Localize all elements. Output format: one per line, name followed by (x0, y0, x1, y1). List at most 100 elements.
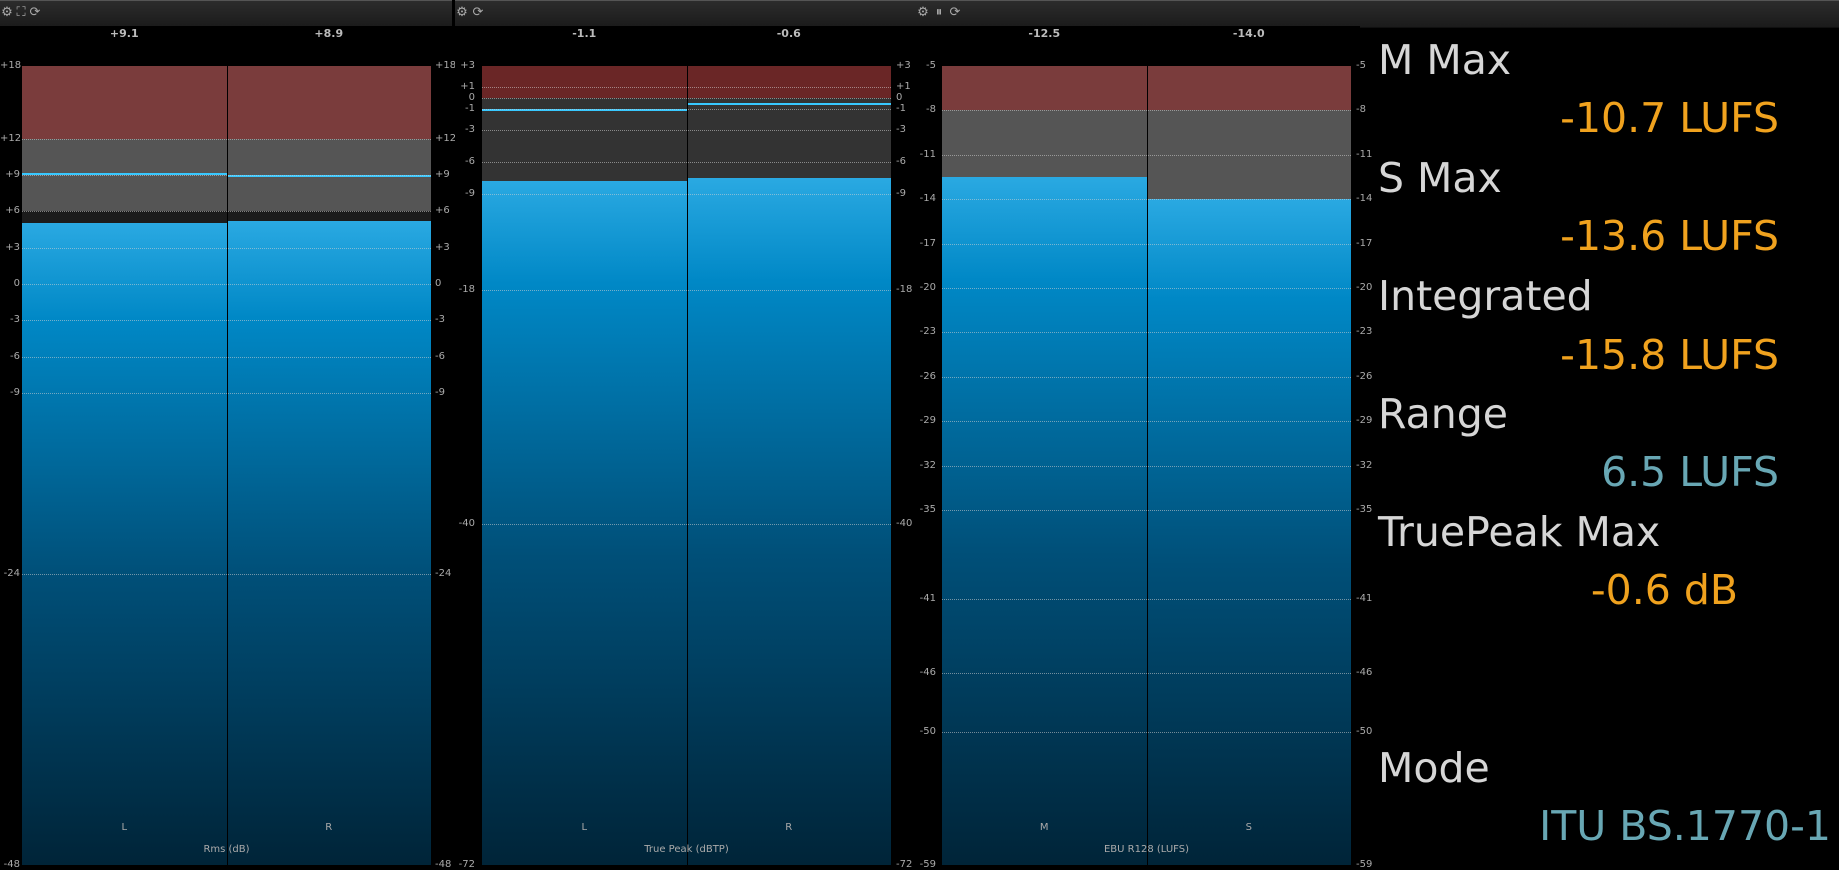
meter-caption: EBU R128 (LUFS) (1103, 844, 1189, 855)
scale-tick-right: -24 (435, 568, 452, 580)
scale-tick-left: -23 (919, 326, 936, 338)
scale-tick-right: +18 (435, 60, 457, 71)
level-bar-m (942, 176, 1147, 865)
scale-tick-left: -5 (926, 60, 936, 71)
scale-tick-left: -26 (919, 370, 936, 382)
scale-tick-right: 0 (435, 277, 442, 289)
level-bar-r (686, 177, 891, 865)
fullscreen-icon[interactable]: ⛶ (14, 6, 28, 20)
m-max-value: -10.7 LUFS (1560, 94, 1779, 142)
meter-truepeak: -1.1 L -0.6 R +3 +3 +1 +1 0 0 -1 -1 -3 -3 -6 -6 -9 -9 -18-… (455, 26, 916, 870)
scale-tick-left: -11 (919, 148, 936, 160)
integrated-label: Integrated (1378, 272, 1593, 320)
peak-value-m: -12.5 (1028, 27, 1061, 40)
meter-caption: Rms (dB) (203, 844, 250, 855)
scale-tick-right: +9 (435, 168, 450, 180)
meter-column-r (226, 66, 431, 865)
range-value: 6.5 LUFS (1601, 448, 1779, 496)
over-zone (226, 66, 431, 139)
scale-tick-left: -32 (919, 459, 936, 471)
scale-tick-left: -72 (458, 859, 475, 870)
scale-tick-left: -9 (465, 187, 475, 199)
gear-icon[interactable]: ⚙ (455, 6, 469, 20)
level-bar-l (482, 181, 687, 865)
scale-tick-left: +12 (0, 132, 22, 144)
scale-tick-left: -41 (919, 592, 936, 604)
range-label: Range (1378, 390, 1508, 438)
refresh-icon[interactable]: ⟳ (28, 6, 42, 20)
scale-tick-left: +3 (5, 241, 20, 253)
meter-rms: +9.1 L +8.9 R +18 +18 +12 +12 +9 +9 +6 +6 +3 +3 0 0 -3 -3… (0, 26, 457, 870)
over-zone (482, 66, 687, 98)
over-zone (22, 66, 227, 139)
level-bar-r (226, 220, 431, 865)
scale-tick-left: 0 (468, 91, 475, 103)
integrated-value: -15.8 LUFS (1560, 331, 1779, 379)
scale-tick-left: -3 (465, 123, 475, 135)
gear-icon[interactable]: ⚙ (0, 6, 14, 20)
channel-divider (226, 66, 228, 865)
scale-tick-left: -6 (10, 350, 20, 362)
scale-tick-right: -9 (896, 187, 906, 199)
scale-tick-left: +3 (460, 60, 475, 71)
peak-value-r: +8.9 (314, 27, 344, 40)
meter-area (22, 66, 431, 865)
peak-value-r: -0.6 (776, 27, 801, 40)
scale-tick-right: +12 (435, 132, 457, 144)
scale-tick-left: +18 (0, 60, 22, 71)
scale-tick-right: 0 (896, 91, 903, 103)
scale-tick-left: +6 (5, 205, 20, 217)
scale-tick-left: -6 (465, 155, 475, 167)
channel-label-l: L (121, 822, 128, 833)
channel-divider (1146, 66, 1148, 865)
refresh-icon[interactable]: ⟳ (471, 6, 485, 20)
scale-tick-right: +6 (435, 205, 450, 217)
truepeak-max-value: -0.6 dB (1590, 566, 1738, 614)
scale-tick-right: -9 (435, 386, 445, 398)
scale-tick-left: -20 (919, 281, 936, 293)
peak-hold-line (686, 103, 891, 106)
channel-label-s: S (1245, 822, 1252, 833)
scale-tick-right: -3 (896, 123, 906, 135)
scale-tick-left: -59 (919, 859, 936, 870)
scale-tick-right: -40 (896, 518, 913, 530)
toolbar-ebu: ⚙ ⏸ ⟳ (916, 0, 1839, 28)
over-zone (1146, 66, 1351, 111)
meter-column-l (482, 66, 687, 865)
scale-tick-left: -50 (919, 725, 936, 737)
scale-tick-left: -24 (3, 568, 20, 580)
scale-tick-left: -29 (919, 415, 936, 427)
s-max-value: -13.6 LUFS (1560, 212, 1779, 260)
level-bar-s (1146, 199, 1351, 865)
meter-ebu-r128: -12.5 M -14.0 S -5 -5 -8 -8 -11 -11 -14 -14 -17 -17 -2… (916, 26, 1372, 870)
truepeak-max-label: TruePeak Max (1378, 508, 1661, 556)
scale-tick-left: -9 (10, 386, 20, 398)
mode-value[interactable]: ITU BS.1770-1 (1539, 802, 1831, 850)
peak-value-s: -14.0 (1232, 27, 1265, 40)
scale-tick-right: -59 (1356, 859, 1373, 870)
toolbar-rms: ⚙ ⛶ ⟳ (0, 0, 452, 28)
gear-icon[interactable]: ⚙ (916, 6, 930, 20)
over-zone (942, 66, 1147, 111)
scale-tick-left: 0 (13, 277, 20, 289)
scale-tick-right: -6 (896, 155, 906, 167)
refresh-icon[interactable]: ⟳ (948, 6, 962, 20)
scale-tick-left: -46 (919, 666, 936, 678)
scale-tick-left: -18 (458, 283, 475, 295)
scale-tick-left: -1 (465, 102, 475, 114)
scale-tick-right: +3 (435, 241, 450, 253)
channel-divider (686, 66, 688, 865)
loudness-readout-panel: M Max -10.7 LUFS S Max -13.6 LUFS Integr… (1360, 26, 1839, 861)
channel-label-r: R (325, 822, 333, 833)
meter-area (942, 66, 1351, 865)
scale-tick-left: +1 (460, 81, 475, 93)
channel-label-m: M (1039, 822, 1049, 833)
toolbar-truepeak: ⚙ ⟳ (455, 0, 917, 28)
channel-label-l: L (581, 822, 588, 833)
scale-tick-left: -35 (919, 503, 936, 515)
over-zone (686, 66, 891, 98)
pause-icon[interactable]: ⏸ (932, 6, 946, 20)
meter-caption: True Peak (dBTP) (644, 844, 729, 855)
scale-tick-left: -48 (3, 859, 20, 870)
peak-value-l: +9.1 (109, 27, 139, 40)
